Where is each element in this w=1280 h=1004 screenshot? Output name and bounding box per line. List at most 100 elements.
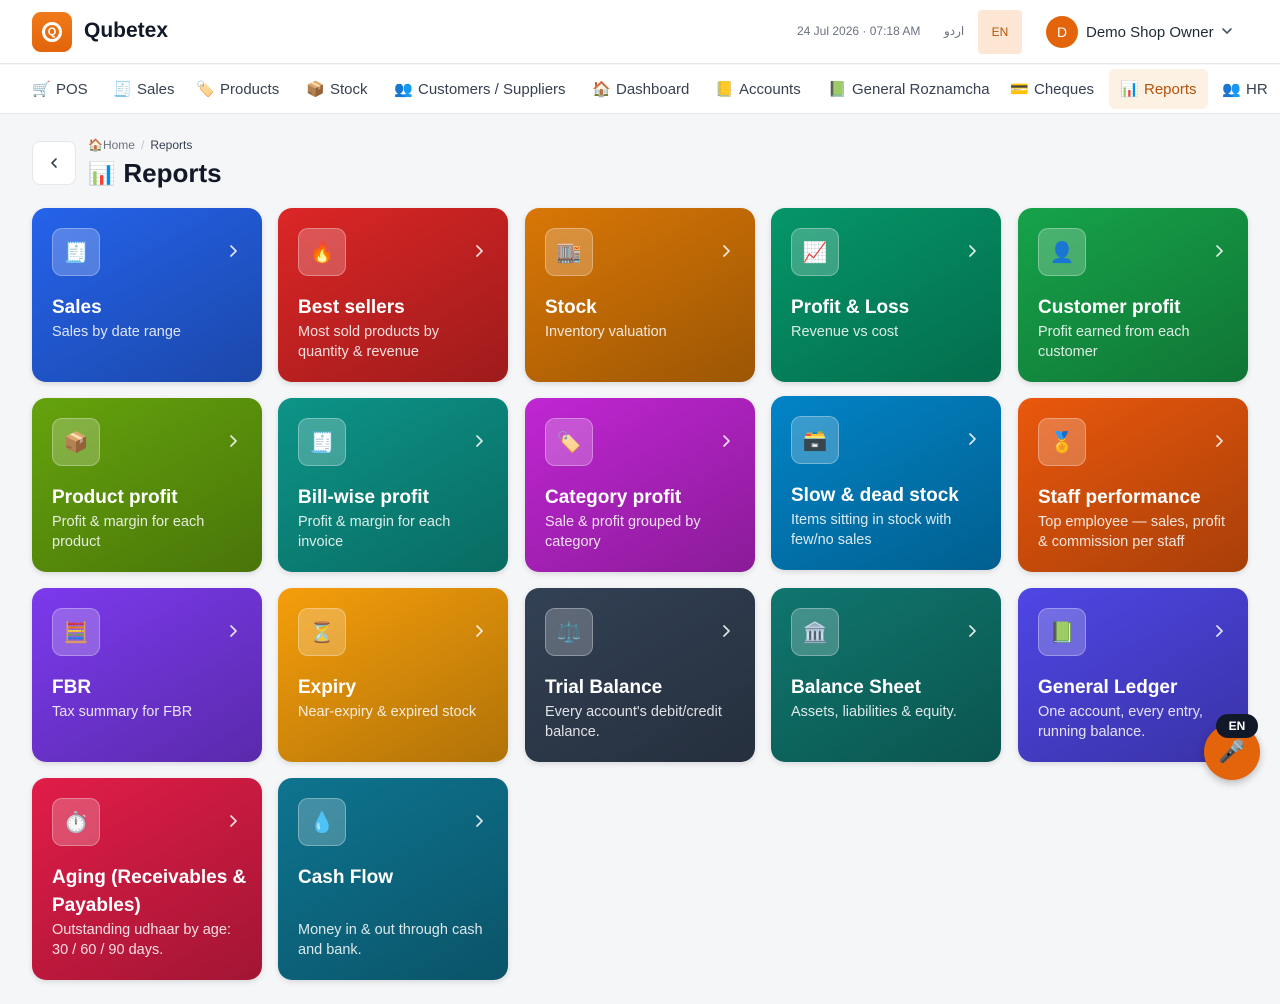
tag-icon: 🏷️ — [196, 81, 215, 98]
nav-item-reports[interactable]: 📊 Reports — [1109, 69, 1208, 109]
chevron-right-icon — [476, 815, 483, 827]
nav-item-accounts[interactable]: 📒 Accounts — [715, 69, 801, 109]
chevron-right-icon — [476, 435, 483, 447]
chevron-right-icon — [723, 435, 730, 447]
card-icon: 💳 — [1010, 81, 1029, 98]
report-card-trial-balance[interactable]: ⚖️ Trial Balance Every account's debit/cre… — [525, 588, 755, 762]
chevron-right-icon — [1216, 245, 1223, 257]
nav-item-sales[interactable]: 🧾 Sales — [113, 69, 175, 109]
receipt-icon: 🧾 — [52, 228, 100, 276]
chevron-right-icon — [476, 625, 483, 637]
report-card-expiry[interactable]: ⏳ Expiry Near-expiry & expired stock — [278, 588, 508, 762]
report-card-best-sellers[interactable]: 🔥 Best sellers Most sold products by quant… — [278, 208, 508, 382]
trending-up-icon: 📈 — [791, 228, 839, 276]
user-menu-name[interactable]: Demo Shop Owner — [1086, 24, 1214, 41]
chevron-down-icon[interactable] — [1220, 24, 1234, 38]
chevron-right-icon — [969, 625, 976, 637]
report-card-description: Assets, liabilities & equity. — [791, 704, 957, 720]
box-icon: 📦 — [52, 418, 100, 466]
report-card-title: Staff performance — [1038, 487, 1201, 508]
nav-item-label: Sales — [137, 80, 175, 98]
report-card-aging-receivables-payables[interactable]: ⏱️ Aging (Receivables & Payables) Outstand… — [32, 778, 262, 980]
nav-item-general-roznamcha[interactable]: 📗 General Roznamcha — [828, 69, 990, 109]
report-card-fbr[interactable]: 🧮 FBR Tax summary for FBR — [32, 588, 262, 762]
nav-item-label: Customers / Suppliers — [418, 80, 566, 98]
nav-item-stock[interactable]: 📦 Stock — [306, 69, 368, 109]
receipt-icon: 🧾 — [298, 418, 346, 466]
report-card-title: Stock — [545, 297, 597, 318]
report-card-title: Best sellers — [298, 297, 405, 318]
nav-item-customers-suppliers[interactable]: 👥 Customers / Suppliers — [394, 69, 566, 109]
report-card-slow-dead-stock[interactable]: 🗃️ Slow & dead stock Items sitting in stoc… — [771, 396, 1001, 570]
report-card-staff-performance[interactable]: 🏅 Staff performance Top employee — sales, … — [1018, 398, 1248, 572]
report-card-title: Expiry — [298, 677, 357, 698]
report-card-cash-flow[interactable]: 💧 Cash Flow Money in & out through cash an… — [278, 778, 508, 980]
nav-item-label: Reports — [1144, 80, 1197, 98]
logo-letter: Q — [42, 22, 62, 42]
scales-icon: ⚖️ — [545, 608, 593, 656]
nav-item-label: POS — [56, 80, 88, 98]
back-button[interactable] — [32, 141, 76, 185]
report-card-description: Every account's debit/credit balance. — [545, 704, 722, 740]
report-card-product-profit[interactable]: 📦 Product profit Profit & margin for each … — [32, 398, 262, 572]
report-card-title: Category profit — [545, 487, 682, 508]
english-language-button[interactable]: EN — [978, 10, 1022, 54]
chevron-right-icon — [230, 815, 237, 827]
nav-item-label: Accounts — [739, 80, 801, 98]
droplet-icon: 💧 — [298, 798, 346, 846]
report-card-stock[interactable]: 🏬 Stock Inventory valuation — [525, 208, 755, 382]
bar-chart-icon: 📊 — [1120, 81, 1139, 98]
hourglass-icon: ⏳ — [298, 608, 346, 656]
report-card-title: FBR — [52, 677, 92, 698]
report-card-profit-loss[interactable]: 📈 Profit & Loss Revenue vs cost — [771, 208, 1001, 382]
chevron-right-icon — [1216, 625, 1223, 637]
breadcrumb-current: Reports — [150, 138, 193, 152]
report-card-title: Sales — [52, 297, 102, 318]
report-card-balance-sheet[interactable]: 🏛️ Balance Sheet Assets, liabilities & equ… — [771, 588, 1001, 762]
chevron-right-icon — [230, 245, 237, 257]
breadcrumb-separator: / — [140, 138, 145, 152]
chevron-right-icon — [723, 625, 730, 637]
report-card-title: Bill-wise profit — [298, 487, 429, 508]
nav-item-cheques[interactable]: 💳 Cheques — [1010, 69, 1094, 109]
report-card-bill-wise-profit[interactable]: 🧾 Bill-wise profit Profit & margin for eac… — [278, 398, 508, 572]
brand-name[interactable]: Qubetex — [84, 19, 168, 43]
nav-item-label: General Roznamcha — [852, 80, 990, 98]
report-card-title: Trial Balance — [545, 677, 663, 698]
main-nav: 🛒 POS 🧾 Sales 🏷️ Products 📦 Stock 👥 Cust… — [0, 65, 1280, 114]
report-card-description: Money in & out through cash and bank. — [298, 922, 483, 958]
report-card-title: Cash Flow — [298, 867, 394, 888]
tag-icon: 🏷️ — [545, 418, 593, 466]
urdu-language-toggle[interactable]: اردو — [944, 24, 964, 38]
report-card-title: Profit & Loss — [791, 297, 910, 318]
report-card-description: Profit & margin for each invoice — [298, 514, 451, 550]
breadcrumb-home[interactable]: Home — [103, 138, 135, 152]
nav-item-products[interactable]: 🏷️ Products — [196, 69, 279, 109]
report-card-description: Sale & profit grouped by category — [545, 514, 701, 550]
page-title: 📊 Reports — [88, 158, 222, 189]
nav-item-hr[interactable]: 👥 HR — [1222, 69, 1268, 109]
voice-language-badge: EN — [1216, 714, 1258, 738]
report-card-description: Profit & margin for each product — [52, 514, 205, 550]
brand-logo[interactable]: Q — [32, 12, 72, 52]
chevron-right-icon — [723, 245, 730, 257]
avatar[interactable]: D — [1046, 16, 1078, 48]
page-title-text: Reports — [123, 158, 222, 188]
stopwatch-icon: ⏱️ — [52, 798, 100, 846]
report-card-title: General Ledger — [1038, 677, 1178, 698]
nav-item-pos[interactable]: 🛒 POS — [32, 69, 88, 109]
chevron-right-icon — [1216, 435, 1223, 447]
report-card-customer-profit[interactable]: 👤 Customer profit Profit earned from each … — [1018, 208, 1248, 382]
people-icon: 👥 — [394, 81, 413, 98]
box-icon: 📦 — [306, 81, 325, 98]
report-card-title: Product profit — [52, 487, 178, 508]
microphone-icon: 🎤 — [1218, 739, 1246, 764]
report-card-description: Near-expiry & expired stock — [298, 704, 477, 720]
report-card-sales[interactable]: 🧾 Sales Sales by date range — [32, 208, 262, 382]
report-card-description: Profit earned from each customer — [1038, 324, 1190, 360]
cart-icon: 🛒 — [32, 81, 51, 98]
report-card-category-profit[interactable]: 🏷️ Category profit Sale & profit grouped b… — [525, 398, 755, 572]
report-card-title: Slow & dead stock — [791, 485, 959, 506]
nav-item-dashboard[interactable]: 🏠 Dashboard — [592, 69, 689, 109]
report-card-description: Revenue vs cost — [791, 324, 899, 340]
